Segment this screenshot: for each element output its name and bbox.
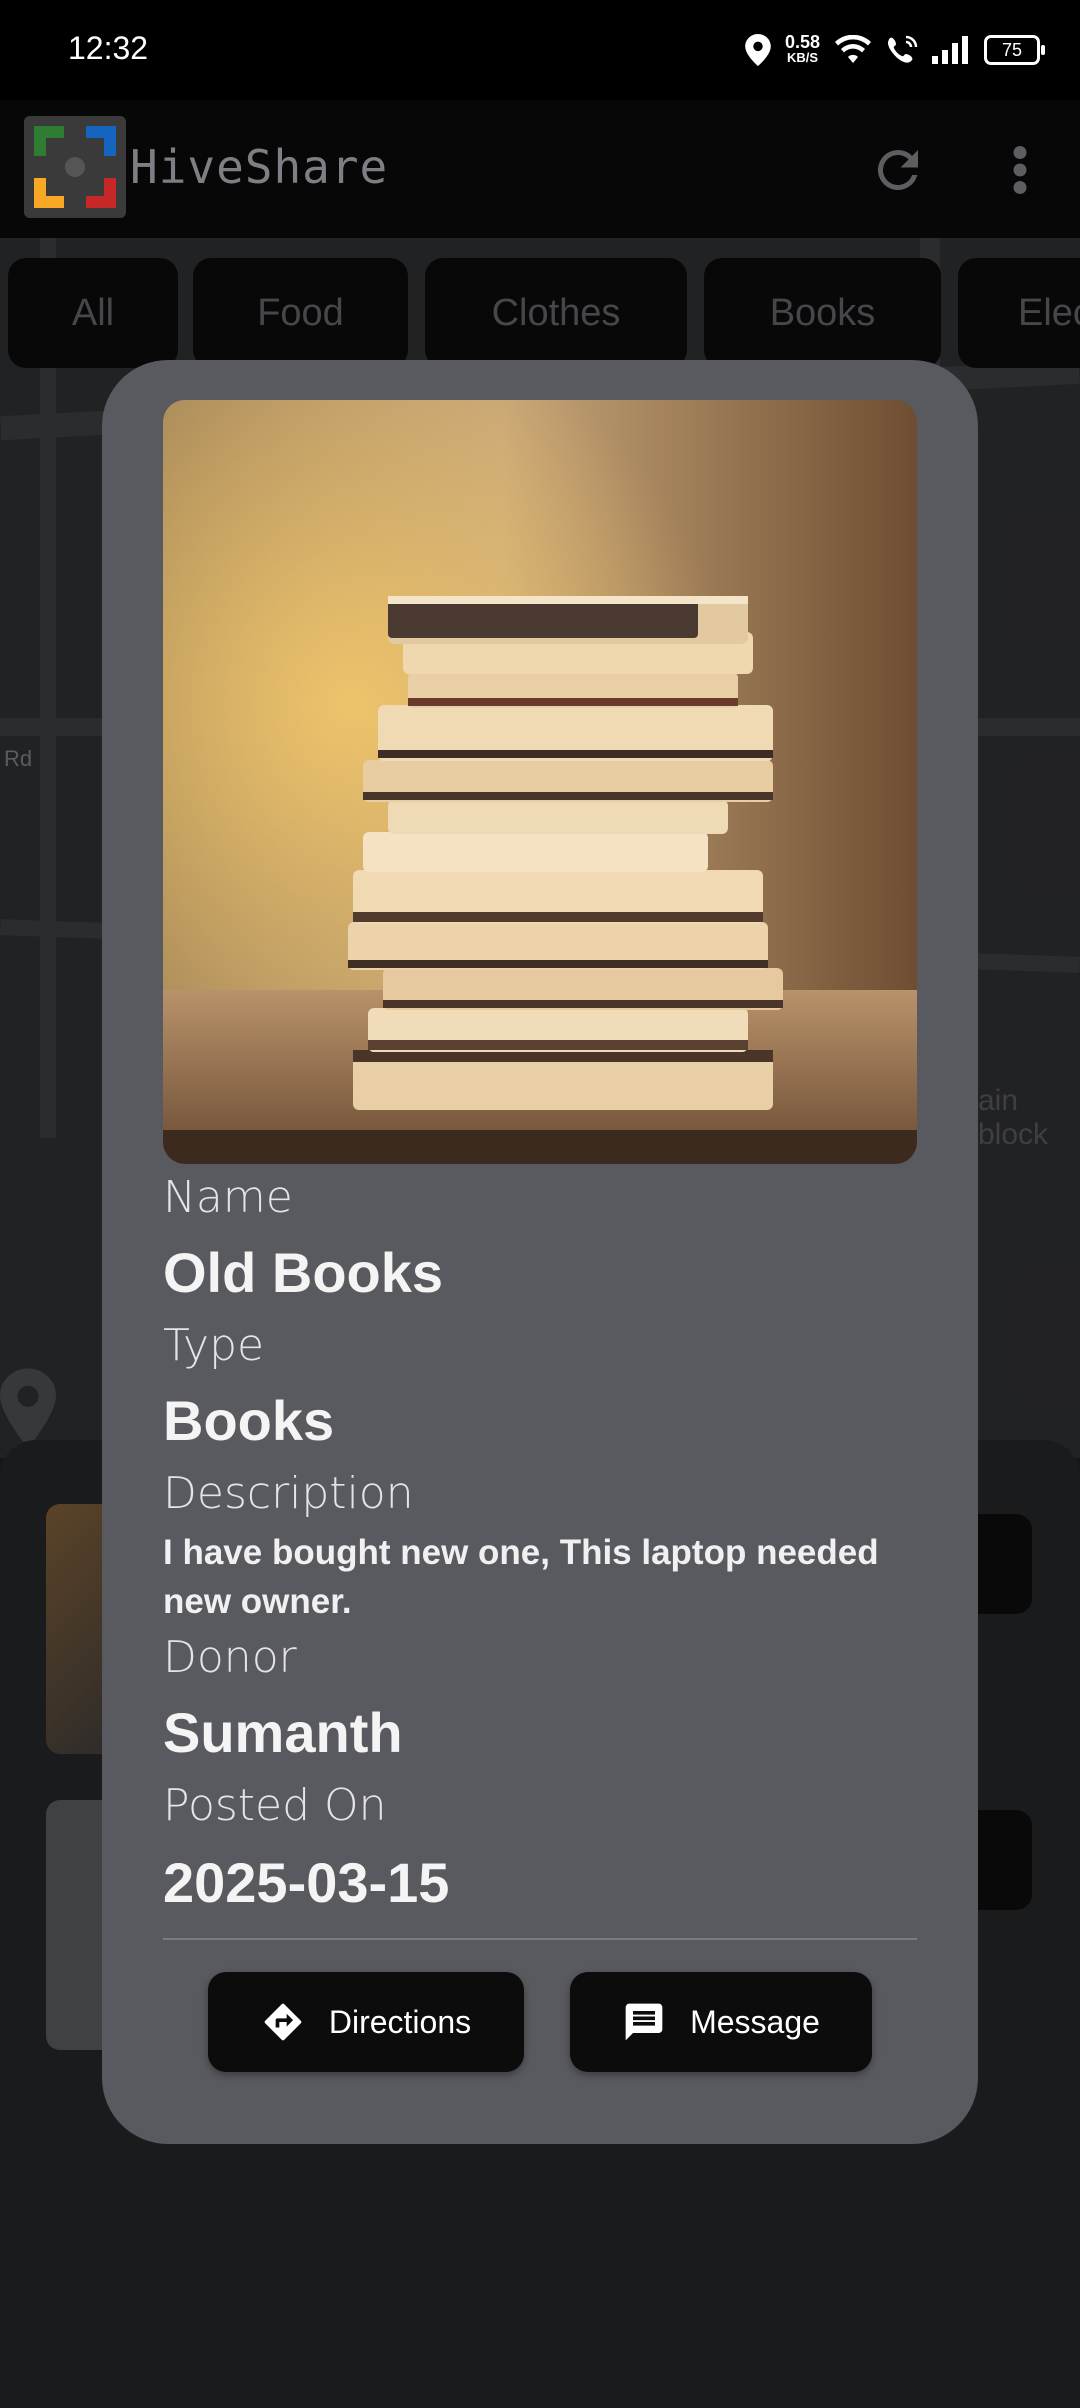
- status-time: 12:32: [68, 30, 149, 66]
- type-label: Type: [163, 1320, 265, 1371]
- description-value: I have bought new one, This laptop neede…: [163, 1533, 879, 1621]
- directions-button[interactable]: Directions: [208, 1972, 524, 2072]
- posted-on-value: 2025-03-15: [163, 1851, 450, 1914]
- directions-icon: [264, 2003, 302, 2041]
- battery-icon: 75: [984, 35, 1045, 65]
- item-detail-dialog: Name Old Books Type Books Description I …: [102, 360, 978, 2144]
- posted-on-label: Posted On: [163, 1780, 387, 1831]
- divider: [163, 1938, 917, 1940]
- signal-icon: [932, 36, 968, 64]
- more-options-button[interactable]: [1000, 140, 1040, 200]
- app-logo: [24, 116, 126, 218]
- donor-value: Sumanth: [163, 1701, 403, 1764]
- donor-label: Donor: [163, 1632, 297, 1683]
- app-bar: HiveShare: [0, 100, 1080, 238]
- status-bar: 12:32 0.58 KB/S 75: [0, 0, 1080, 100]
- message-icon: [625, 2003, 663, 2041]
- name-label: Name: [163, 1172, 293, 1223]
- description-label: Description: [163, 1468, 414, 1519]
- wifi-call-icon: [888, 35, 918, 63]
- name-value: Old Books: [163, 1241, 444, 1304]
- message-button[interactable]: Message: [570, 1972, 872, 2072]
- refresh-icon: [877, 149, 918, 190]
- app-title: HiveShare: [130, 140, 389, 194]
- location-icon: [745, 34, 771, 66]
- refresh-button[interactable]: [868, 140, 928, 200]
- status-icons: 0.58 KB/S 75: [745, 28, 1045, 72]
- item-photo: [163, 400, 917, 1164]
- directions-label: Directions: [328, 2003, 472, 2040]
- type-value: Books: [163, 1389, 335, 1452]
- message-label: Message: [690, 2003, 820, 2040]
- wifi-icon: [835, 35, 871, 63]
- more-vert-icon: [1013, 146, 1027, 194]
- net-speed: 0.58 KB/S: [784, 32, 820, 65]
